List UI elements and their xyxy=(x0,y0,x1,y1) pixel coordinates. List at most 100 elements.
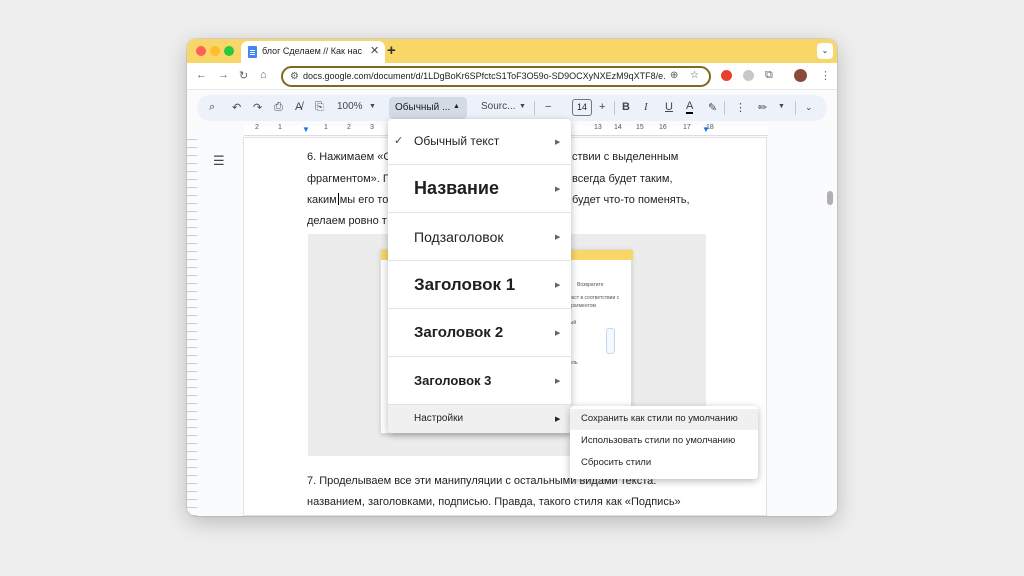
close-tab-icon[interactable]: ✕ xyxy=(370,44,379,57)
opera-extension-icon[interactable] xyxy=(721,70,732,81)
ruler-number: 2 xyxy=(347,124,351,131)
menu-item-subtitle[interactable]: Подзаголовок ▶ xyxy=(388,213,571,261)
font-size-input[interactable]: 14 xyxy=(572,99,592,116)
submenu-item-label: Сохранить как стили по умолчанию xyxy=(581,413,738,424)
save-default-styles-item[interactable]: Сохранить как стили по умолчанию xyxy=(570,409,758,430)
scrollbar-thumb[interactable] xyxy=(827,191,833,205)
menu-item-heading-2[interactable]: Заголовок 2 ▶ xyxy=(388,309,571,357)
submenu-item-label: Сбросить стили xyxy=(581,457,652,468)
zoom-dropdown-icon[interactable]: ▼ xyxy=(369,103,376,110)
paragraph-style-value: Обычный ... xyxy=(395,102,451,113)
ruler-number: 16 xyxy=(659,124,667,131)
menu-item-label: Заголовок 3 xyxy=(414,373,492,388)
ruler-number: 17 xyxy=(683,124,691,131)
back-icon[interactable]: ← xyxy=(196,69,207,81)
extension-icon[interactable] xyxy=(743,70,754,81)
text-cursor xyxy=(337,193,339,205)
more-options-icon[interactable]: ⋮ xyxy=(735,101,746,114)
paragraph-line: 6. Нажимаем «С xyxy=(307,151,392,163)
address-bar[interactable]: ⚙ docs.google.com/document/d/1LDgBoKr6SP… xyxy=(281,66,711,87)
indent-marker-icon[interactable]: ▼ xyxy=(302,125,310,134)
browser-menu-icon[interactable]: ⋮ xyxy=(820,69,831,82)
menu-item-label: Заголовок 2 xyxy=(414,324,504,341)
ruler-number: 1 xyxy=(278,124,282,131)
chevron-right-icon: ▶ xyxy=(555,234,561,241)
zoom-icon[interactable]: ⊕ xyxy=(670,70,678,81)
extensions-puzzle-icon[interactable]: ⧉ xyxy=(765,69,773,82)
editing-mode-icon[interactable]: ✏ xyxy=(758,101,767,114)
use-default-styles-item[interactable]: Использовать стили по умолчанию xyxy=(570,431,758,452)
paragraph-line: делаем ровно т xyxy=(307,215,387,227)
document-outline-icon[interactable]: ☰ xyxy=(213,153,225,169)
reset-styles-item[interactable]: Сбросить стили xyxy=(570,453,758,474)
text-run: каким xyxy=(307,194,337,206)
italic-icon[interactable]: I xyxy=(644,101,648,113)
paragraph-line: названием, заголовками, подписью. Правда… xyxy=(307,496,681,508)
menu-item-title[interactable]: Название ▶ xyxy=(388,165,571,213)
search-menus-icon[interactable]: ⌕ xyxy=(209,101,215,114)
paragraph-line: будет что-то поменять, xyxy=(572,194,690,206)
font-dropdown-icon[interactable]: ▼ xyxy=(519,103,526,110)
bold-icon[interactable]: B xyxy=(622,101,630,113)
menu-item-label: Заголовок 1 xyxy=(414,275,516,294)
underline-icon[interactable]: U xyxy=(665,101,673,113)
menu-item-settings[interactable]: Настройки ▶ xyxy=(388,405,571,433)
divider xyxy=(614,101,615,115)
ruler-number: 15 xyxy=(636,124,644,131)
highlight-icon[interactable]: ✎ xyxy=(708,101,717,114)
hide-menus-icon[interactable]: ⌄ xyxy=(805,102,813,113)
paragraph-style-select[interactable]: Обычный ... ▲ xyxy=(389,97,467,119)
menu-item-heading-3[interactable]: Заголовок 3 ▶ xyxy=(388,357,571,405)
vertical-ruler xyxy=(187,139,197,516)
paragraph-line: ствии с выделенным xyxy=(572,151,679,163)
settings-submenu: Сохранить как стили по умолчанию Использ… xyxy=(570,406,758,479)
bookmark-star-icon[interactable]: ☆ xyxy=(690,70,699,81)
paint-format-icon[interactable]: ⎘ xyxy=(315,101,324,114)
forward-icon[interactable]: → xyxy=(218,69,229,81)
chevron-right-icon: ▶ xyxy=(555,416,561,423)
right-indent-marker-icon[interactable]: ▼ xyxy=(702,125,710,134)
paragraph-style-menu: ✓ Обычный текст ▶ Название ▶ Подзаголово… xyxy=(388,119,571,433)
chevron-right-icon: ▶ xyxy=(555,378,561,385)
tab-title: блог Сделаем // Как настроить xyxy=(262,46,362,56)
docs-toolbar: ⌕ ↶ ↷ ⎙ A̸ ⎘ 100% ▼ Обычный ... ▲ Sourc.… xyxy=(197,95,827,121)
menu-item-normal-text[interactable]: ✓ Обычный текст ▶ xyxy=(388,119,571,165)
paragraph-line: всегда будет таким, xyxy=(572,173,673,185)
minimize-window-button[interactable] xyxy=(210,46,220,56)
divider xyxy=(724,101,725,115)
editing-mode-dropdown-icon[interactable]: ▼ xyxy=(778,103,785,110)
undo-icon[interactable]: ↶ xyxy=(232,101,241,114)
text-color-icon[interactable]: A xyxy=(686,101,694,114)
paragraph-line: фрагментом». Г xyxy=(307,173,389,185)
reload-icon[interactable]: ↻ xyxy=(239,69,248,82)
print-icon[interactable]: ⎙ xyxy=(274,101,283,114)
site-info-icon[interactable]: ⚙ xyxy=(290,71,299,82)
mini-text: текст в соответствии с xyxy=(567,295,620,301)
font-select[interactable]: Sourc... xyxy=(481,101,515,112)
zoom-select[interactable]: 100% xyxy=(337,101,363,112)
check-icon: ✓ xyxy=(394,135,404,147)
profile-avatar[interactable] xyxy=(794,69,807,82)
menu-item-label: Название xyxy=(414,178,499,198)
tab-search-button[interactable]: ⌄ xyxy=(817,43,833,59)
redo-icon[interactable]: ↷ xyxy=(253,101,262,114)
increase-font-size-icon[interactable]: + xyxy=(599,101,605,113)
url-text: docs.google.com/document/d/1LDgBoKr6SPfc… xyxy=(303,71,665,81)
decrease-font-size-icon[interactable]: − xyxy=(545,101,551,113)
spellcheck-icon[interactable]: A̸ xyxy=(295,101,302,113)
chevron-right-icon: ▶ xyxy=(555,139,561,146)
ruler-number: 3 xyxy=(370,124,374,131)
browser-tab[interactable]: блог Сделаем // Как настроить ✕ xyxy=(241,41,385,63)
menu-item-heading-1[interactable]: Заголовок 1 ▶ xyxy=(388,261,571,309)
divider xyxy=(795,101,796,115)
maximize-window-button[interactable] xyxy=(224,46,234,56)
mini-text: Возвратите xyxy=(577,282,604,288)
tab-strip: блог Сделаем // Как настроить ✕ + ⌄ xyxy=(187,39,837,63)
menu-item-label: Подзаголовок xyxy=(414,229,504,245)
close-window-button[interactable] xyxy=(196,46,206,56)
text-run: мы его то xyxy=(339,194,389,206)
home-icon[interactable]: ⌂ xyxy=(260,69,267,81)
new-tab-button[interactable]: + xyxy=(387,42,396,59)
paragraph-line: каким мы его то xyxy=(307,190,388,211)
ruler-number: 13 xyxy=(594,124,602,131)
